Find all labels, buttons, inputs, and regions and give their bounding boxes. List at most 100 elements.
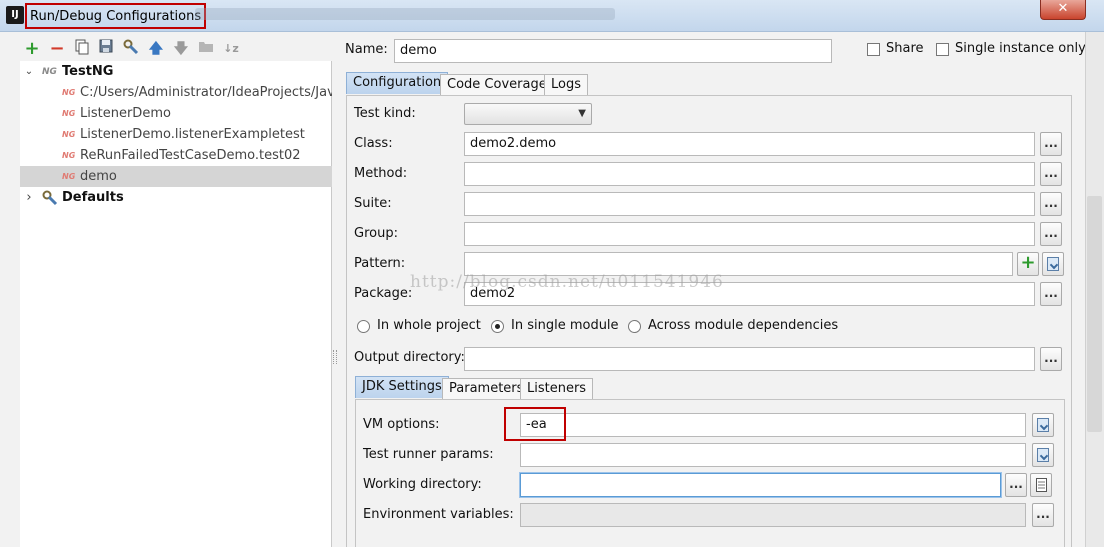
blurred-window-path — [195, 8, 615, 20]
remove-icon[interactable]: − — [47, 39, 67, 59]
add-icon[interactable]: + — [22, 39, 42, 59]
window-title: Run/Debug Configurations — [25, 3, 207, 29]
tab-parameters[interactable]: Parameters — [442, 378, 531, 400]
method-input[interactable] — [464, 162, 1035, 186]
tree-node-defaults[interactable]: › Defaults — [20, 187, 332, 208]
group-label: Group: — [354, 226, 398, 241]
testng-config-icon: NG — [62, 88, 76, 97]
suite-browse-button[interactable]: ... — [1040, 192, 1062, 216]
name-input[interactable]: demo — [394, 39, 832, 63]
tree-item[interactable]: NG ListenerDemo — [20, 103, 332, 124]
scope-whole-project-label: In whole project — [377, 318, 481, 333]
move-up-icon[interactable]: 🡅 — [146, 39, 166, 59]
test-runner-params-label: Test runner params: — [363, 447, 494, 462]
document-icon — [1036, 478, 1047, 492]
vm-options-label: VM options: — [363, 417, 440, 432]
expand-icon — [1037, 418, 1049, 432]
scope-across-dependencies-label: Across module dependencies — [648, 318, 839, 333]
testng-config-icon: NG — [62, 151, 76, 160]
intellij-app-icon: IJ — [6, 6, 24, 24]
tab-code-coverage[interactable]: Code Coverage — [440, 74, 554, 96]
working-directory-macro-button[interactable] — [1030, 473, 1052, 497]
tree-item-label: ListenerDemo.listenerExampletest — [80, 127, 305, 142]
chevron-right-icon[interactable]: › — [23, 187, 35, 208]
group-browse-button[interactable]: ... — [1040, 222, 1062, 246]
pattern-import-button[interactable] — [1042, 252, 1064, 276]
environment-variables-label: Environment variables: — [363, 507, 514, 522]
package-browse-button[interactable]: ... — [1040, 282, 1062, 306]
wrench-icon — [42, 190, 58, 208]
tree-item-label: C:/Users/Administrator/IdeaProjects/Java… — [80, 85, 332, 100]
scope-across-dependencies-radio[interactable] — [628, 320, 641, 333]
test-kind-label: Test kind: — [354, 106, 416, 121]
tab-configuration[interactable]: Configuration — [346, 72, 449, 94]
class-input[interactable]: demo2.demo — [464, 132, 1035, 156]
expand-icon — [1037, 448, 1049, 462]
vm-options-input[interactable]: -ea — [520, 413, 1026, 437]
testng-config-icon: NG — [62, 130, 76, 139]
tree-item-selected[interactable]: NG demo — [20, 166, 332, 187]
name-label: Name: — [345, 42, 388, 57]
vm-options-highlight — [504, 407, 566, 441]
testng-config-icon: NG — [62, 172, 76, 181]
environment-variables-input[interactable] — [520, 503, 1026, 527]
working-directory-browse-button[interactable]: ... — [1005, 473, 1027, 497]
tree-item-label: demo — [80, 169, 117, 184]
method-browse-button[interactable]: ... — [1040, 162, 1062, 186]
tree-item-label: ListenerDemo — [80, 106, 171, 121]
save-icon[interactable] — [96, 39, 116, 59]
tab-listeners[interactable]: Listeners — [520, 378, 594, 400]
scope-single-module-label: In single module — [511, 318, 619, 333]
working-directory-label: Working directory: — [363, 477, 482, 492]
testng-config-icon: NG — [62, 109, 76, 118]
output-directory-label: Output directory: — [354, 350, 465, 365]
chevron-down-icon: ▼ — [578, 108, 586, 119]
tree-item-label: ReRunFailedTestCaseDemo.test02 — [80, 148, 301, 163]
chevron-down-icon[interactable]: ⌄ — [23, 61, 35, 82]
tree-item[interactable]: NG ListenerDemo.listenerExampletest — [20, 124, 332, 145]
package-label: Package: — [354, 286, 413, 301]
configurations-tree: ⌄ NG TestNG NG C:/Users/Administrator/Id… — [20, 61, 332, 547]
folder-icon[interactable] — [196, 39, 216, 59]
tree-node-label: Defaults — [62, 190, 124, 205]
share-label: Share — [886, 41, 924, 56]
scope-whole-project-radio[interactable] — [357, 320, 370, 333]
class-label: Class: — [354, 136, 393, 151]
working-directory-input[interactable] — [520, 473, 1001, 497]
sort-icon[interactable]: ↓z — [221, 39, 241, 59]
tree-item[interactable]: NG ReRunFailedTestCaseDemo.test02 — [20, 145, 332, 166]
environment-variables-browse-button[interactable]: ... — [1032, 503, 1054, 527]
share-checkbox[interactable] — [867, 43, 880, 56]
title-bar: IJ Run/Debug Configurations ✕ — [0, 0, 1104, 32]
window-close-button[interactable]: ✕ — [1040, 0, 1086, 20]
output-directory-browse-button[interactable]: ... — [1040, 347, 1062, 371]
pattern-label: Pattern: — [354, 256, 406, 271]
panel-splitter[interactable] — [333, 350, 337, 364]
suite-input[interactable] — [464, 192, 1035, 216]
edit-defaults-icon[interactable] — [121, 39, 141, 59]
output-directory-input[interactable] — [464, 347, 1035, 371]
class-browse-button[interactable]: ... — [1040, 132, 1062, 156]
move-down-icon[interactable]: 🡇 — [171, 39, 191, 59]
method-label: Method: — [354, 166, 408, 181]
scope-single-module-radio[interactable] — [491, 320, 504, 333]
import-icon — [1047, 257, 1059, 271]
vm-options-expand-button[interactable] — [1032, 413, 1054, 437]
single-instance-checkbox[interactable] — [936, 43, 949, 56]
watermark-text: http://blog.csdn.net/u011541946 — [410, 272, 724, 292]
config-toolbar: + − 🡅 🡇 ↓z — [20, 38, 335, 60]
testng-icon: NG — [42, 67, 57, 77]
scrollbar-thumb[interactable] — [1087, 196, 1102, 432]
test-runner-params-input[interactable] — [520, 443, 1026, 467]
test-runner-params-expand-button[interactable] — [1032, 443, 1054, 467]
copy-icon[interactable] — [72, 39, 92, 59]
add-pattern-button[interactable]: + — [1017, 252, 1039, 276]
tree-item[interactable]: NG C:/Users/Administrator/IdeaProjects/J… — [20, 82, 332, 103]
tree-node-testng[interactable]: ⌄ NG TestNG — [20, 61, 332, 82]
test-kind-select[interactable]: ▼ — [464, 103, 592, 125]
tab-logs[interactable]: Logs — [544, 74, 588, 96]
suite-label: Suite: — [354, 196, 392, 211]
tab-jdk-settings[interactable]: JDK Settings — [355, 376, 449, 398]
group-input[interactable] — [464, 222, 1035, 246]
single-instance-label: Single instance only — [955, 41, 1086, 56]
